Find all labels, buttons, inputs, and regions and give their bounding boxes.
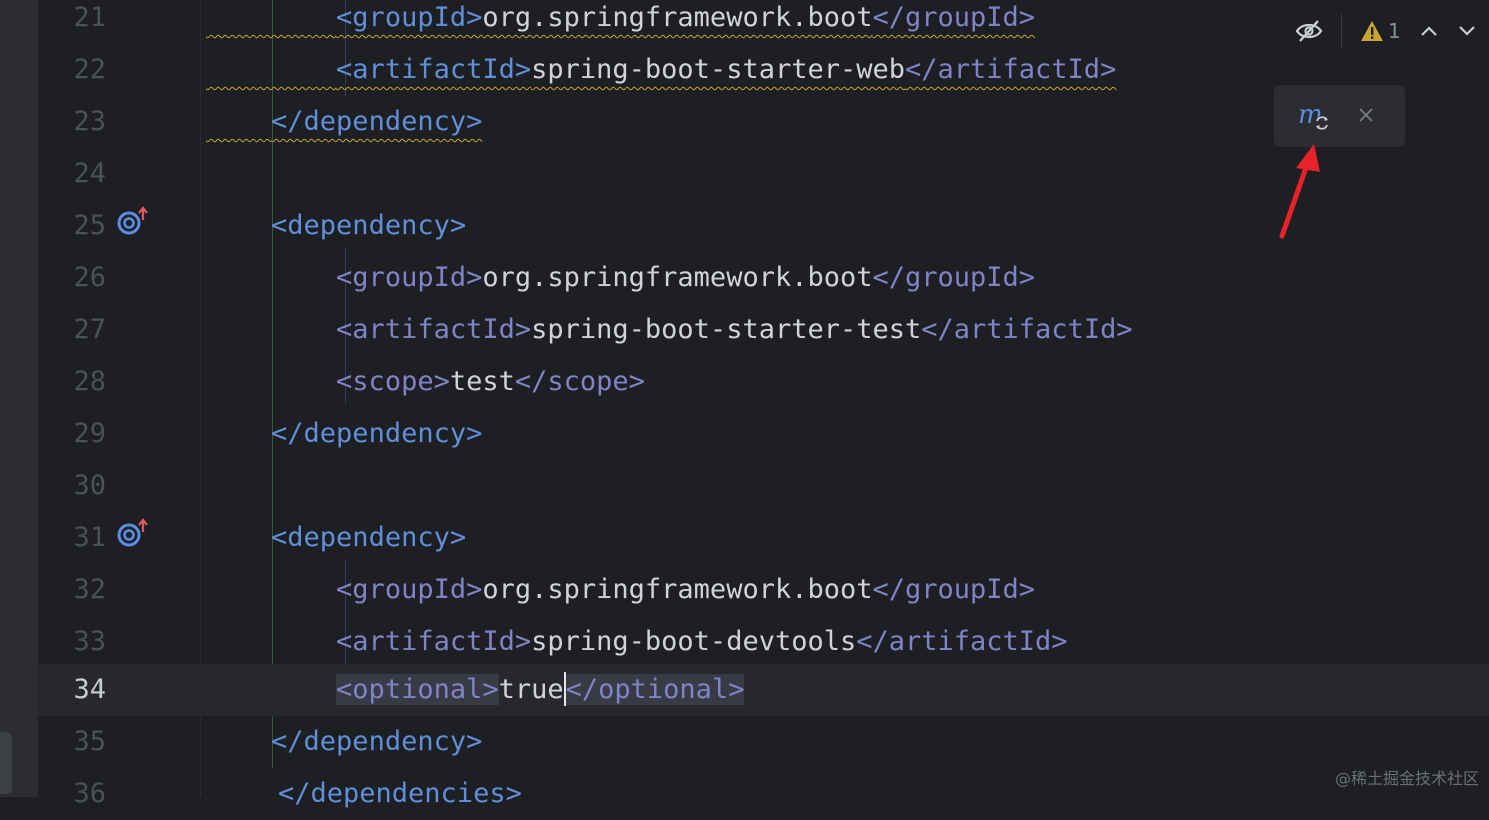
xml-open-tag: <groupId> bbox=[336, 574, 483, 605]
inspection-widget: 1 bbox=[1295, 8, 1489, 54]
code-line[interactable]: 22 <artifactId>spring-boot-starter-web</… bbox=[38, 44, 1489, 96]
xml-open-tag: <scope> bbox=[336, 366, 450, 397]
line-number: 22 bbox=[73, 54, 106, 85]
annotation-arrow bbox=[1279, 144, 1320, 239]
xml-open-tag: <groupId> bbox=[336, 262, 483, 293]
chevron-up-icon[interactable] bbox=[1419, 24, 1439, 38]
code-text: <artifactId>spring-boot-devtools</artifa… bbox=[206, 616, 1068, 668]
code-line[interactable]: 32 <groupId>org.springframework.boot</gr… bbox=[38, 564, 1489, 616]
warning-counter[interactable]: 1 bbox=[1360, 19, 1401, 43]
line-number: 30 bbox=[73, 470, 106, 501]
xml-close-tag: </dependency> bbox=[271, 726, 483, 757]
line-number: 34 bbox=[73, 674, 106, 705]
line-number: 26 bbox=[73, 262, 106, 293]
code-text: <artifactId>spring-boot-starter-test</ar… bbox=[206, 304, 1133, 356]
xml-close-tag: </groupId> bbox=[872, 2, 1036, 33]
code-text: <scope>test</scope> bbox=[206, 356, 645, 408]
divider bbox=[1341, 14, 1342, 48]
watermark: @稀土掘金技术社区 bbox=[1334, 769, 1479, 788]
code-text: <artifactId>spring-boot-starter-web</art… bbox=[206, 44, 1116, 96]
line-number: 32 bbox=[73, 574, 106, 605]
line-number: 23 bbox=[73, 106, 106, 137]
code-line[interactable]: 28 <scope>test</scope> bbox=[38, 356, 1489, 408]
code-line[interactable]: 33 <artifactId>spring-boot-devtools</art… bbox=[38, 616, 1489, 668]
code-line[interactable]: 36 </dependencies> bbox=[38, 768, 1489, 820]
line-number: 29 bbox=[73, 418, 106, 449]
xml-value: org.springframework.boot bbox=[482, 2, 873, 33]
xml-value: org.springframework.boot bbox=[482, 262, 873, 293]
line-number: 36 bbox=[73, 778, 106, 809]
code-line-current[interactable]: 34 <optional>true</optional> bbox=[38, 664, 1489, 716]
code-line[interactable]: 21 <groupId>org.springframework.boot</gr… bbox=[38, 0, 1489, 44]
line-number: 21 bbox=[73, 2, 106, 33]
chevron-down-icon[interactable] bbox=[1457, 24, 1477, 38]
code-line[interactable]: 31 <dependency> bbox=[38, 512, 1489, 564]
line-number: 31 bbox=[73, 522, 106, 553]
code-editor[interactable]: 21 <groupId>org.springframework.boot</gr… bbox=[38, 0, 1489, 809]
xml-value: spring-boot-starter-test bbox=[531, 314, 922, 345]
code-text: <optional>true</optional> bbox=[206, 664, 745, 716]
xml-open-tag: <dependency> bbox=[271, 522, 467, 553]
line-number: 25 bbox=[73, 210, 106, 241]
overridden-method-gutter-icon[interactable] bbox=[116, 518, 150, 548]
code-line[interactable]: 29 </dependency> bbox=[38, 408, 1489, 460]
xml-value: true bbox=[498, 674, 564, 705]
xml-close-tag: </dependency> bbox=[271, 106, 483, 137]
xml-close-tag: </groupId> bbox=[872, 574, 1036, 605]
code-text: </dependency> bbox=[206, 408, 482, 460]
code-text: <groupId>org.springframework.boot</group… bbox=[206, 252, 1035, 304]
line-number: 33 bbox=[73, 626, 106, 657]
xml-close-tag: </scope> bbox=[514, 366, 645, 397]
code-line[interactable]: 27 <artifactId>spring-boot-starter-test<… bbox=[38, 304, 1489, 356]
tool-window-handle[interactable] bbox=[0, 732, 12, 794]
code-text: <dependency> bbox=[206, 200, 466, 252]
code-line[interactable]: 35 </dependency> bbox=[38, 716, 1489, 768]
tool-window-strip bbox=[0, 0, 38, 797]
xml-close-tag: </artifactId> bbox=[921, 314, 1133, 345]
eye-slash-icon[interactable] bbox=[1295, 19, 1323, 43]
line-number: 24 bbox=[73, 158, 106, 189]
code-text: </dependency> bbox=[206, 716, 482, 768]
xml-open-tag: <artifactId> bbox=[336, 314, 532, 345]
close-icon[interactable] bbox=[1358, 107, 1374, 123]
code-text: </dependencies> bbox=[278, 768, 522, 820]
xml-open-tag: <artifactId> bbox=[336, 626, 532, 657]
xml-close-tag: </artifactId> bbox=[905, 54, 1117, 85]
xml-close-tag: </artifactId> bbox=[856, 626, 1068, 657]
xml-value: org.springframework.boot bbox=[482, 574, 873, 605]
code-text: <groupId>org.springframework.boot</group… bbox=[206, 0, 1035, 44]
xml-value: spring-boot-starter-web bbox=[531, 54, 905, 85]
code-line[interactable]: 30 bbox=[38, 460, 1489, 512]
xml-close-tag: </dependency> bbox=[271, 418, 483, 449]
line-number: 27 bbox=[73, 314, 106, 345]
xml-close-tag: </optional> bbox=[565, 674, 745, 705]
warning-triangle-icon bbox=[1361, 21, 1383, 41]
xml-close-tag: </dependencies> bbox=[278, 778, 522, 809]
code-line[interactable]: 26 <groupId>org.springframework.boot</gr… bbox=[38, 252, 1489, 304]
code-text: <dependency> bbox=[206, 512, 466, 564]
xml-value: test bbox=[449, 366, 515, 397]
xml-open-tag: <artifactId> bbox=[336, 54, 532, 85]
xml-open-tag: <groupId> bbox=[336, 2, 483, 33]
xml-value: spring-boot-devtools bbox=[531, 626, 857, 657]
overridden-method-gutter-icon[interactable] bbox=[116, 206, 150, 236]
maven-reload-icon[interactable]: m bbox=[1296, 99, 1332, 135]
line-number: 28 bbox=[73, 366, 106, 397]
code-text: </dependency> bbox=[206, 96, 482, 148]
line-number: 35 bbox=[73, 726, 106, 757]
warning-count: 1 bbox=[1388, 19, 1401, 43]
xml-close-tag: </groupId> bbox=[872, 262, 1036, 293]
xml-open-tag: <dependency> bbox=[271, 210, 467, 241]
code-text: <groupId>org.springframework.boot</group… bbox=[206, 564, 1035, 616]
xml-open-tag: <optional> bbox=[336, 674, 499, 705]
